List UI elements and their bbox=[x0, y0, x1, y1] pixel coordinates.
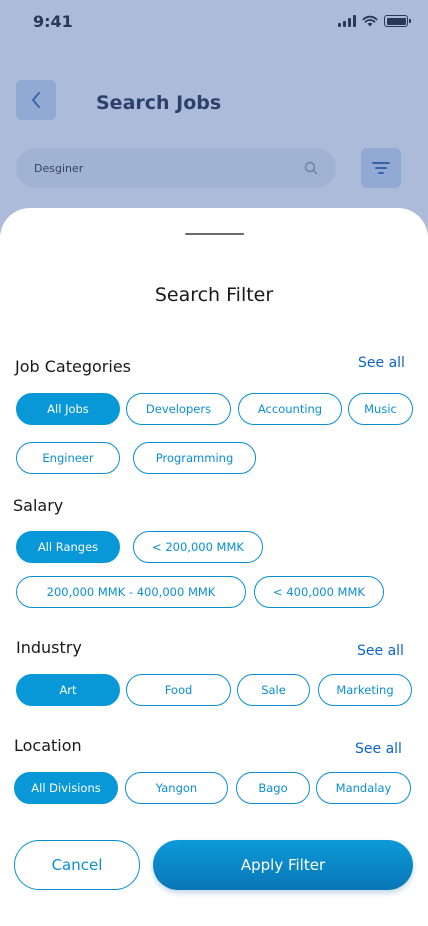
chip-all-jobs[interactable]: All Jobs bbox=[16, 393, 120, 425]
sheet-drag-handle[interactable] bbox=[185, 233, 244, 235]
chip-salary-200k-400k[interactable]: 200,000 MMK - 400,000 MMK bbox=[16, 576, 246, 608]
salary-label: Salary bbox=[13, 496, 64, 515]
chip-salary-under-400k[interactable]: < 400,000 MMK bbox=[254, 576, 384, 608]
filter-sheet: Search Filter Job Categories See all All… bbox=[0, 208, 428, 926]
chip-accounting[interactable]: Accounting bbox=[238, 393, 342, 425]
chip-engineer[interactable]: Engineer bbox=[16, 442, 120, 474]
chip-developers[interactable]: Developers bbox=[126, 393, 231, 425]
chip-sale[interactable]: Sale bbox=[237, 674, 310, 706]
chip-all-divisions[interactable]: All Divisions bbox=[14, 772, 118, 804]
chip-marketing[interactable]: Marketing bbox=[318, 674, 412, 706]
chip-music[interactable]: Music bbox=[348, 393, 413, 425]
job-categories-see-all-link[interactable]: See all bbox=[358, 355, 405, 371]
location-label: Location bbox=[14, 736, 82, 755]
job-categories-label: Job Categories bbox=[15, 357, 131, 376]
chip-bago[interactable]: Bago bbox=[236, 772, 310, 804]
apply-filter-button[interactable]: Apply Filter bbox=[153, 840, 413, 890]
chip-mandalay[interactable]: Mandalay bbox=[316, 772, 411, 804]
screen: 9:41 Search Jobs Desginer Search Filter … bbox=[0, 0, 428, 926]
chip-programming[interactable]: Programming bbox=[133, 442, 256, 474]
chip-art[interactable]: Art bbox=[16, 674, 120, 706]
industry-label: Industry bbox=[16, 638, 82, 657]
location-see-all-link[interactable]: See all bbox=[355, 741, 402, 757]
chip-food[interactable]: Food bbox=[126, 674, 231, 706]
chip-yangon[interactable]: Yangon bbox=[125, 772, 228, 804]
sheet-title: Search Filter bbox=[154, 284, 274, 306]
cancel-button[interactable]: Cancel bbox=[14, 840, 140, 890]
industry-see-all-link[interactable]: See all bbox=[357, 643, 404, 659]
chip-salary-under-200k[interactable]: < 200,000 MMK bbox=[133, 531, 263, 563]
chip-all-ranges[interactable]: All Ranges bbox=[16, 531, 120, 563]
